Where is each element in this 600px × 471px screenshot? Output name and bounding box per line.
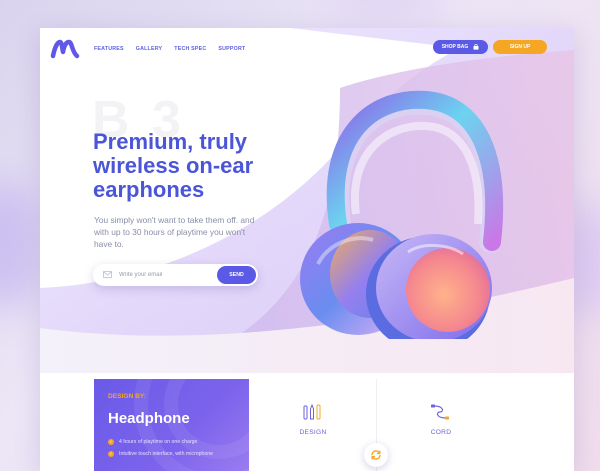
check-icon: ✓ [108,439,114,445]
shop-bag-button[interactable]: SHOP BAG [433,40,488,54]
nav-link-features[interactable]: FEATURES [94,46,124,52]
refresh-icon [371,450,381,460]
hero-subtext: You simply won't want to take them off. … [94,215,255,249]
feature-text: Intuitive touch interface, with micropho… [119,451,214,457]
headline-line: earphones [93,177,205,202]
nav-link-support[interactable]: SUPPORT [218,46,245,52]
landing-page: B 3 FEATURES GALLERY TECH SPEC SUPPORT S… [40,28,574,471]
grid-item-label: CORD [430,429,452,436]
send-button[interactable]: SEND [217,266,256,284]
headline-line: wireless on-ear [93,153,254,178]
brand-logo[interactable] [50,38,80,60]
shop-bag-label: SHOP BAG [441,44,469,50]
sign-up-button[interactable]: SIGN UP [493,40,547,54]
top-navigation: FEATURES GALLERY TECH SPEC SUPPORT SHOP … [40,28,574,70]
nav-link-tech-spec[interactable]: TECH SPEC [174,46,206,52]
check-icon: ✓ [108,451,114,457]
nav-links: FEATURES GALLERY TECH SPEC SUPPORT [94,46,245,52]
card-title: Headphone [108,410,190,427]
grid-item-cord[interactable]: CORD [377,379,505,471]
nav-link-gallery[interactable]: GALLERY [136,46,163,52]
headline-line: Premium, truly [93,129,248,154]
feature-list: ✓ 4 hours of playtime on one charge ✓ In… [108,439,213,463]
hero-headline: Premium, truly wireless on-ear earphones [93,130,293,202]
feature-text: 4 hours of playtime on one charge [119,439,198,445]
design-tools-icon [303,403,321,420]
cord-icon [431,404,449,420]
bag-icon [473,44,479,50]
mail-icon [103,271,112,278]
background-blob [0,180,40,310]
background-blob [330,0,450,20]
headphones-illustration [300,90,504,339]
refresh-button[interactable] [364,443,388,467]
email-signup-form: SEND [93,264,258,286]
design-by-label: DESIGN BY: [108,393,146,400]
grid-item-design[interactable]: DESIGN [249,379,377,471]
email-input[interactable] [119,268,214,282]
product-card: DESIGN BY: Headphone ✓ 4 hours of playti… [94,379,249,471]
feature-item: ✓ Intuitive touch interface, with microp… [108,451,213,457]
grid-item-label: DESIGN [299,429,327,436]
feature-item: ✓ 4 hours of playtime on one charge [108,439,213,445]
